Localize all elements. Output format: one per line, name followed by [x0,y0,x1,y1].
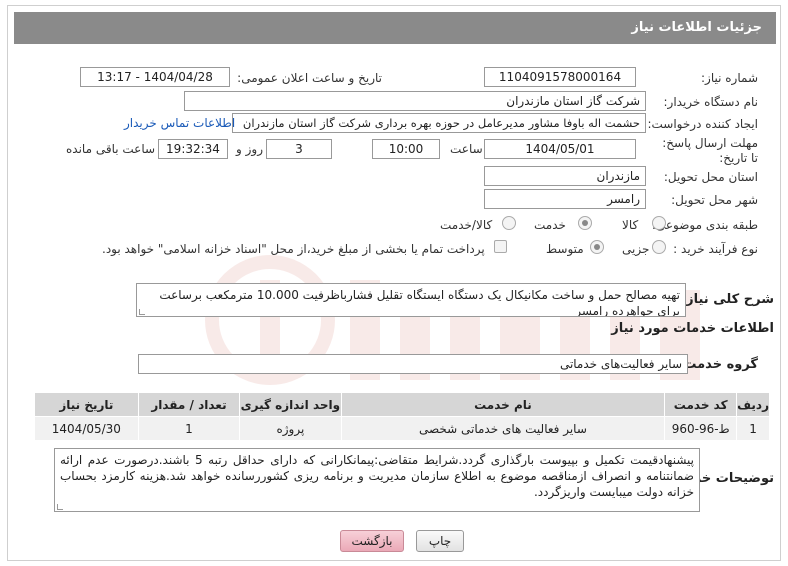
cell-unit: پروژه [239,416,342,441]
buyer-field: شرکت گاز استان مازندران [184,91,646,111]
process-radio-minor[interactable] [652,240,666,254]
category-label: طبقه بندی موضوعی: [651,218,758,232]
days-field: 3 [266,139,332,159]
buyer-label: نام دستگاه خریدار: [663,95,759,109]
cell-name: سایر فعالیت های خدماتی شخصی [340,416,666,441]
category-option-goods: کالا [622,218,639,232]
remaining-label: ساعت باقی مانده [66,142,156,156]
announce-label: تاریخ و ساعت اعلان عمومی: [237,71,382,85]
category-radio-service[interactable] [578,216,592,230]
city-label: شهر محل تحویل: [671,193,758,207]
print-button[interactable]: چاپ [416,530,464,552]
col-date: تاریخ نیاز [34,392,139,417]
deadline-date-field: 1404/05/01 [484,139,636,159]
buyer-contact-link[interactable]: اطلاعات تماس خریدار [124,116,235,130]
service-group-label: گروه خدمت: [678,357,758,372]
cell-date: 1404/05/30 [34,416,139,441]
description-field: تهیه مصالح حمل و ساخت مکانیکال یک دستگاه… [136,283,686,317]
city-field: رامسر [484,189,646,209]
cell-row: 1 [736,416,770,441]
creator-label: ایجاد کننده درخواست: [647,117,758,131]
table-row: 1 ط-96-960 سایر فعالیت های خدماتی شخصی پ… [34,416,770,441]
category-radio-goods[interactable] [652,216,666,230]
province-field: مازندران [484,166,646,186]
services-table: ردیف کد خدمت نام خدمت واحد اندازه گیری ت… [34,392,770,441]
table-header-row: ردیف کد خدمت نام خدمت واحد اندازه گیری ت… [34,392,770,417]
service-group-field: سایر فعالیت‌های خدماتی [138,354,688,374]
deadline-time-field: 10:00 [372,139,440,159]
creator-field: حشمت اله باوفا مشاور مدیرعامل در حوزه به… [232,113,646,133]
payment-checkbox[interactable] [494,240,507,253]
col-unit: واحد اندازه گیری [239,392,342,417]
description-resize-handle[interactable] [139,309,145,315]
notes-resize-handle[interactable] [57,504,63,510]
days-label: روز و [236,142,263,156]
province-label: استان محل تحویل: [663,170,758,184]
need-number-field: 1104091578000164 [484,67,636,87]
need-number-label: شماره نیاز: [701,71,758,85]
process-option-minor: جزیی [622,242,650,256]
process-option-medium: متوسط [546,242,584,256]
deadline-label: مهلت ارسال پاسخ: تا تاریخ: [662,136,758,165]
category-option-goods-service: کالا/خدمت [440,218,493,232]
col-qty: تعداد / مقدار [137,392,241,417]
page-title: جزئیات اطلاعات نیاز [14,12,776,44]
cell-code: ط-96-960 [664,416,738,441]
announce-date-field: 1404/04/28 - 13:17 [80,67,230,87]
services-section-title: اطلاعات خدمات مورد نیاز [611,321,774,336]
payment-note: پرداخت تمام یا بخشی از مبلغ خرید،از محل … [102,242,485,256]
category-option-service: خدمت [534,218,566,232]
col-row: ردیف [736,392,770,417]
buyer-notes-field: پیشنهادقیمت تکمیل و بپیوست بارگذاری گردد… [54,448,700,512]
description-label: شرح کلی نیاز: [680,292,774,307]
category-radio-goods-service[interactable] [502,216,516,230]
cell-qty: 1 [137,416,241,441]
deadline-time-label: ساعت [450,142,483,156]
col-code: کد خدمت [664,392,738,417]
col-name: نام خدمت [340,392,666,417]
process-label: نوع فرآیند خرید : [673,242,758,256]
remaining-time-field: 19:32:34 [158,139,228,159]
back-button[interactable]: بازگشت [340,530,404,552]
process-radio-medium[interactable] [590,240,604,254]
